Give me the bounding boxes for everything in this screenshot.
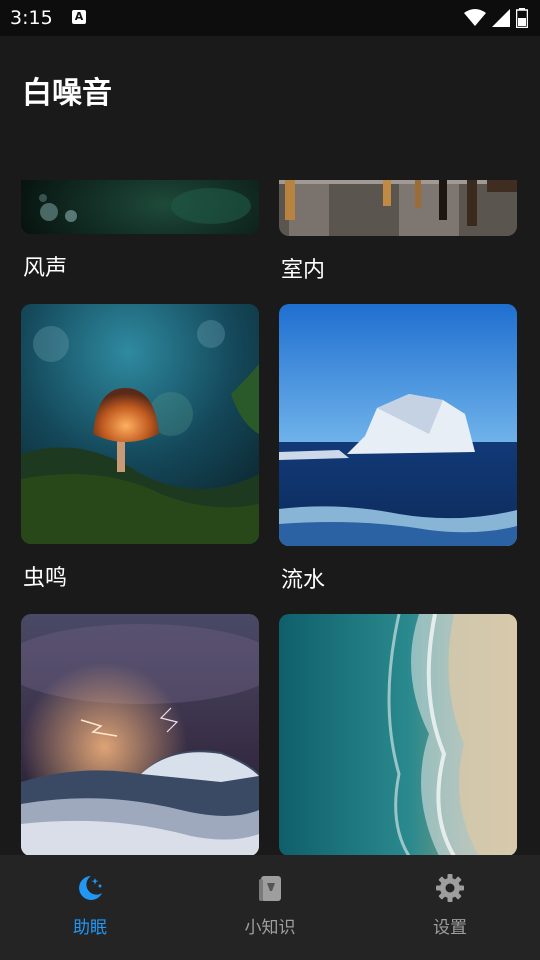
status-time: 3:15 bbox=[10, 7, 53, 29]
card-image bbox=[21, 180, 259, 234]
card-label: 虫鸣 bbox=[23, 566, 68, 591]
wifi-icon bbox=[464, 9, 486, 26]
nav-label: 助眠 bbox=[73, 918, 107, 938]
card-label: 风声 bbox=[23, 256, 68, 281]
nav-knowledge[interactable]: 小知识 bbox=[180, 855, 360, 960]
card-image bbox=[279, 614, 517, 855]
status-icons bbox=[464, 8, 528, 28]
nav-label: 小知识 bbox=[244, 918, 296, 938]
nav-sleep[interactable]: 助眠 bbox=[0, 855, 180, 960]
app-header: 白噪音 bbox=[0, 36, 540, 180]
sound-card-insects[interactable]: 虫鸣 bbox=[21, 304, 259, 591]
sound-card-waves[interactable] bbox=[279, 614, 517, 855]
sound-card-indoor[interactable]: 室内 bbox=[279, 180, 517, 283]
card-label: 室内 bbox=[281, 258, 326, 283]
battery-icon bbox=[516, 8, 528, 28]
book-icon bbox=[259, 876, 281, 901]
bottom-nav: 助眠 小知识 设置 bbox=[0, 855, 540, 960]
nav-label: 设置 bbox=[433, 918, 467, 938]
gear-icon bbox=[436, 874, 464, 902]
sound-card-water[interactable]: 流水 bbox=[279, 304, 517, 593]
sound-grid[interactable]: 风声 室内 虫鸣 流水 bbox=[0, 180, 540, 855]
signal-icon bbox=[492, 9, 510, 27]
card-image bbox=[279, 304, 517, 546]
sound-card-thunderstorm[interactable] bbox=[21, 614, 259, 855]
status-bar: 3:15 A bbox=[0, 0, 540, 36]
nav-settings[interactable]: 设置 bbox=[360, 855, 540, 960]
moon-stars-icon bbox=[79, 876, 102, 900]
card-label: 流水 bbox=[281, 568, 326, 593]
card-image bbox=[21, 304, 259, 544]
card-image bbox=[21, 614, 259, 855]
notification-a-icon: A bbox=[72, 10, 86, 24]
page-title: 白噪音 bbox=[22, 76, 112, 111]
sound-card-wind[interactable]: 风声 bbox=[21, 180, 259, 281]
card-image bbox=[279, 180, 517, 236]
